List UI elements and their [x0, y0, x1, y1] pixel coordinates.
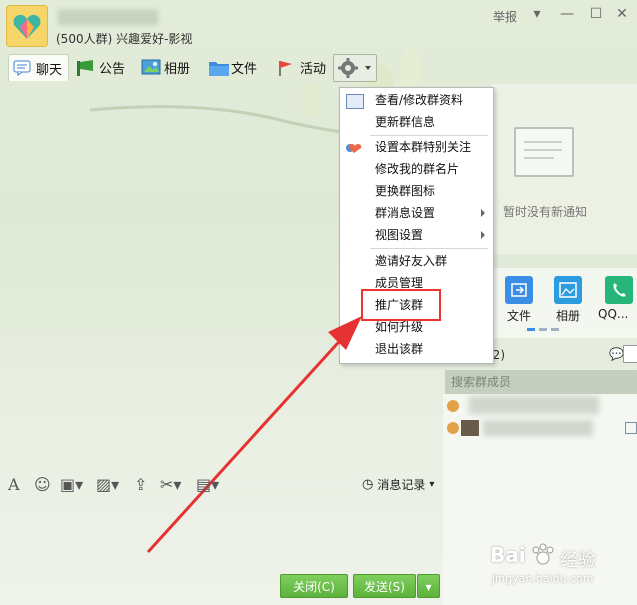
chat-icon — [13, 60, 31, 76]
tab-album[interactable]: 相册 — [141, 54, 190, 80]
flag-icon — [277, 59, 295, 76]
notice-board-icon — [514, 127, 574, 177]
menu-item-change-icon[interactable]: 更换群图标 — [340, 180, 493, 202]
admin-icon — [447, 422, 459, 434]
menu-item-special-follow[interactable]: 设置本群特别关注 — [340, 136, 493, 158]
file-app-icon[interactable] — [505, 276, 533, 304]
watermark-url: jingyan.baidu.com — [492, 572, 594, 585]
paw-logo-icon — [530, 542, 556, 566]
no-notice-text: 暂时没有新通知 — [503, 205, 588, 219]
chevron-down-icon: ▾ — [429, 479, 435, 490]
picture-icon — [141, 59, 161, 75]
send-options-button[interactable]: ▾ — [417, 574, 440, 598]
phone-app-icon[interactable] — [605, 276, 633, 304]
page-dot[interactable] — [551, 328, 559, 331]
image-icon[interactable]: ▨▾ — [96, 476, 119, 494]
upload-icon[interactable]: ⇪ — [134, 476, 147, 494]
gif-icon[interactable]: ▣▾ — [60, 476, 83, 494]
menu-item-view-settings[interactable]: 视图设置 — [340, 224, 493, 246]
group-description: (500人群) 兴趣爱好-影视 — [56, 32, 193, 46]
close-window-icon[interactable]: ✕ — [612, 5, 632, 23]
edit-icon[interactable] — [625, 422, 637, 434]
watermark-brand-2: 经验 — [560, 550, 596, 571]
menu-item-update-info[interactable]: 更新群信息 — [340, 111, 493, 133]
menu-item-invite[interactable]: 邀请好友入群 — [340, 250, 493, 272]
annotation-arrow — [146, 316, 362, 554]
menu-item-edit-card[interactable]: 修改我的群名片 — [340, 158, 493, 180]
more-icon[interactable]: ▤▾ — [196, 476, 219, 494]
page-dot[interactable] — [527, 328, 535, 331]
tab-chat-label: 聊天 — [36, 62, 63, 78]
emoji-icon[interactable]: ☺ — [34, 476, 51, 494]
tab-activity[interactable]: 活动 — [277, 54, 326, 80]
close-button[interactable]: 关闭(C) — [280, 574, 348, 598]
tab-file[interactable]: 文件 — [208, 54, 257, 80]
watermark-brand: Bai — [490, 543, 526, 567]
dropdown-icon[interactable]: ▾ — [527, 5, 547, 23]
scissors-icon[interactable]: ✂▾ — [160, 476, 181, 494]
tab-file-label: 文件 — [231, 61, 258, 77]
gear-icon — [338, 58, 371, 78]
highlight-box — [361, 289, 441, 321]
megaphone-icon — [76, 59, 94, 76]
chat-bubble-icon[interactable]: 💬 — [609, 347, 624, 361]
submenu-arrow-icon — [481, 209, 485, 217]
menu-item-message-settings[interactable]: 群消息设置 — [340, 202, 493, 224]
app-album-label: 相册 — [556, 309, 581, 323]
group-logo[interactable] — [6, 5, 48, 47]
group-name-blurred — [58, 9, 158, 25]
tab-notice-label: 公告 — [99, 61, 126, 77]
folder-icon — [208, 59, 229, 76]
settings-menu-button[interactable] — [333, 54, 377, 82]
font-icon[interactable]: A — [8, 476, 20, 494]
member-name-blurred[interactable] — [469, 396, 599, 414]
avatar[interactable] — [461, 420, 479, 436]
minimize-icon[interactable]: — — [557, 5, 577, 23]
app-file-label: 文件 — [507, 309, 532, 323]
maximize-icon[interactable]: ☐ — [586, 5, 606, 23]
chevron-down-icon: ▾ — [425, 580, 432, 594]
member-search-input[interactable]: 搜索群成员 — [445, 370, 637, 394]
report-link[interactable]: 举报 — [493, 8, 517, 25]
menu-separator — [370, 248, 488, 249]
tab-chat[interactable]: 聊天 — [8, 54, 70, 81]
group-toolbar: 聊天 公告 相册 文件 活动 — [0, 54, 637, 82]
page-dot[interactable] — [539, 328, 547, 331]
tab-album-label: 相册 — [164, 61, 191, 77]
menu-item-view-edit-info[interactable]: 查看/修改群资料 — [340, 89, 493, 111]
send-button[interactable]: 发送(S) — [353, 574, 416, 598]
member-name-blurred[interactable] — [483, 420, 593, 436]
message-record-label: 消息记录 — [377, 478, 426, 492]
submenu-arrow-icon — [481, 231, 485, 239]
app-qq-label: QQ... — [598, 307, 629, 321]
tab-activity-label: 活动 — [300, 61, 327, 77]
clock-icon: ◷ — [362, 477, 374, 492]
search-member-icon[interactable] — [623, 345, 637, 363]
owner-icon — [447, 400, 459, 412]
heart-logo-icon — [13, 14, 41, 40]
album-app-icon[interactable] — [554, 276, 582, 304]
message-record-button[interactable]: ◷ 消息记录 ▾ — [362, 476, 434, 493]
tab-notice[interactable]: 公告 — [76, 54, 125, 80]
